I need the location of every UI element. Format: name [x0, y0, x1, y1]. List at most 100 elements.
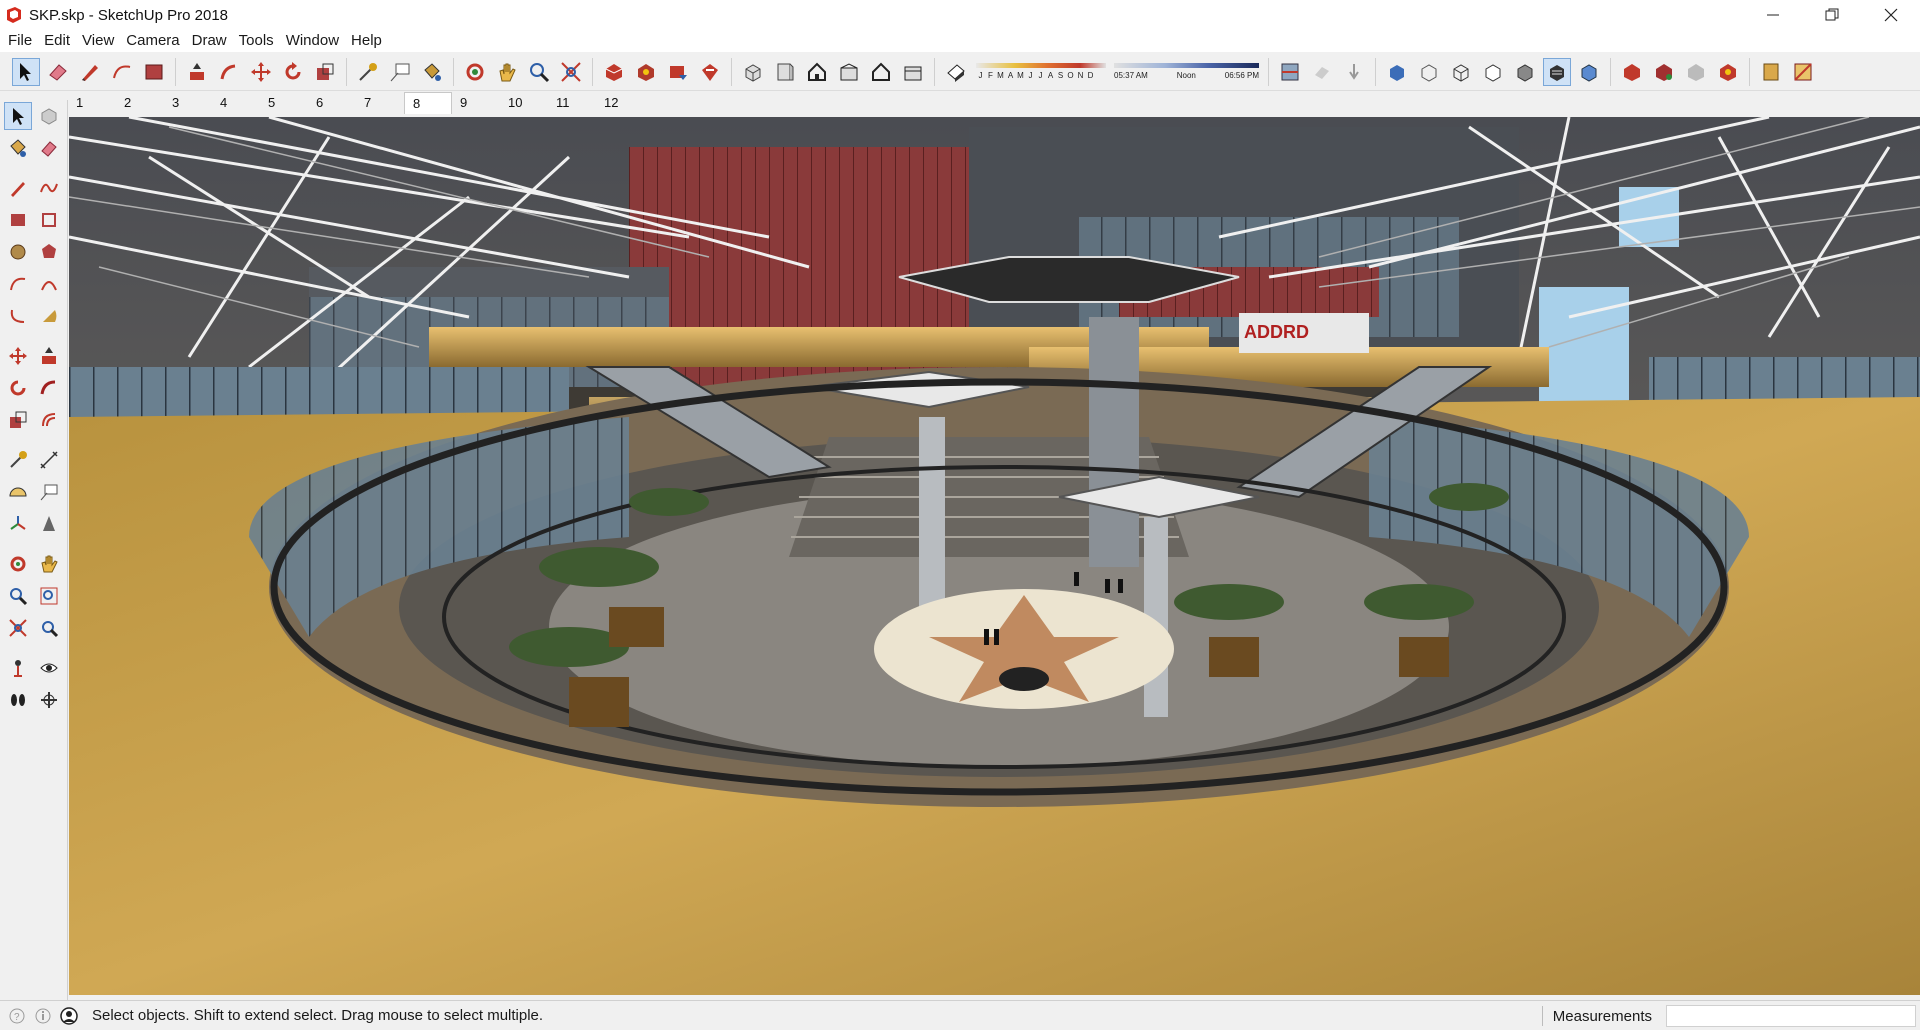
- warehouse-button[interactable]: [600, 58, 628, 86]
- view-right-button[interactable]: [835, 58, 863, 86]
- scene-tab-11[interactable]: 11: [548, 92, 596, 114]
- user-account-status[interactable]: [60, 1006, 78, 1025]
- palette-move-button[interactable]: [4, 342, 32, 370]
- tape-measure-button[interactable]: [354, 58, 382, 86]
- select-tool-button[interactable]: [12, 57, 40, 86]
- text-tool-button[interactable]: [386, 58, 414, 86]
- palette-arc-button[interactable]: [4, 270, 32, 298]
- view-back-button[interactable]: [867, 58, 895, 86]
- make-component-button[interactable]: [1618, 58, 1646, 86]
- palette-circle-button[interactable]: [4, 238, 32, 266]
- menu-help[interactable]: Help: [345, 30, 388, 52]
- palette-protractor-button[interactable]: [4, 478, 32, 506]
- scene-tab-6[interactable]: 6: [308, 92, 356, 114]
- time-slider-track[interactable]: [1114, 63, 1259, 68]
- move-tool-button[interactable]: [247, 58, 275, 86]
- palette-line-button[interactable]: [4, 174, 32, 202]
- scene-tab-8[interactable]: 8: [404, 92, 452, 114]
- palette-select-button[interactable]: [4, 102, 32, 130]
- style-builder-button[interactable]: [1789, 58, 1817, 86]
- palette-polygon-button[interactable]: [35, 238, 63, 266]
- palette-rotate-button[interactable]: [4, 374, 32, 402]
- palette-text-button[interactable]: [35, 478, 63, 506]
- scene-tab-3[interactable]: 3: [164, 92, 212, 114]
- orbit-button[interactable]: [461, 58, 489, 86]
- scene-tab-9[interactable]: 9: [452, 92, 500, 114]
- minimize-button[interactable]: [1743, 0, 1802, 30]
- line-tool-button[interactable]: [76, 58, 104, 86]
- palette-two-point-arc-button[interactable]: [35, 270, 63, 298]
- paint-bucket-button[interactable]: [418, 58, 446, 86]
- wireframe-button[interactable]: [1447, 58, 1475, 86]
- shadow-date-slider[interactable]: J F M A M J J A S O N D: [976, 57, 1106, 87]
- palette-section-plane-button[interactable]: [35, 686, 63, 714]
- palette-tape-measure-button[interactable]: [4, 446, 32, 474]
- palette-follow-me-button[interactable]: [35, 374, 63, 402]
- display-section-planes-button[interactable]: [1308, 58, 1336, 86]
- menu-tools[interactable]: Tools: [233, 30, 280, 52]
- layout-button[interactable]: [1757, 58, 1785, 86]
- menu-view[interactable]: View: [76, 30, 120, 52]
- section-cuts-button[interactable]: [1340, 58, 1368, 86]
- view-iso-button[interactable]: [739, 58, 767, 86]
- palette-push-pull-button[interactable]: [35, 342, 63, 370]
- share-model-button[interactable]: [632, 58, 660, 86]
- model-viewport[interactable]: ADDRD: [69, 117, 1920, 995]
- palette-position-camera-button[interactable]: [4, 654, 32, 682]
- palette-pan-button[interactable]: [35, 550, 63, 578]
- palette-rotated-rectangle-button[interactable]: [35, 206, 63, 234]
- monochrome-button[interactable]: [1575, 58, 1603, 86]
- palette-axes-button[interactable]: [4, 510, 32, 538]
- palette-orbit-button[interactable]: [4, 550, 32, 578]
- back-edges-button[interactable]: [1415, 58, 1443, 86]
- palette-offset-button[interactable]: [35, 406, 63, 434]
- menu-window[interactable]: Window: [280, 30, 345, 52]
- palette-pie-button[interactable]: [35, 302, 63, 330]
- palette-zoom-window-button[interactable]: [35, 582, 63, 610]
- shadow-time-slider[interactable]: 05:37 AM Noon 06:56 PM: [1114, 57, 1259, 87]
- scene-tab-5[interactable]: 5: [260, 92, 308, 114]
- credits-status[interactable]: [34, 1007, 52, 1025]
- eraser-tool-button[interactable]: [44, 58, 72, 86]
- arc-tool-button[interactable]: [108, 58, 136, 86]
- scene-tab-4[interactable]: 4: [212, 92, 260, 114]
- date-slider-track[interactable]: [976, 63, 1106, 68]
- palette-dimension-button[interactable]: [35, 446, 63, 474]
- scene-tab-2[interactable]: 2: [116, 92, 164, 114]
- menu-file[interactable]: File: [2, 30, 38, 52]
- component-options-button[interactable]: [1650, 58, 1678, 86]
- view-front-button[interactable]: [803, 58, 831, 86]
- extension-warehouse-button[interactable]: [696, 58, 724, 86]
- xray-style-button[interactable]: [1383, 58, 1411, 86]
- palette-make-component-button[interactable]: [35, 102, 63, 130]
- palette-scale-button[interactable]: [4, 406, 32, 434]
- push-pull-tool-button[interactable]: [183, 58, 211, 86]
- palette-freehand-button[interactable]: [35, 174, 63, 202]
- scene-tab-7[interactable]: 7: [356, 92, 404, 114]
- component-attributes-button[interactable]: [1682, 58, 1710, 86]
- palette-eraser-button[interactable]: [35, 134, 63, 162]
- pan-button[interactable]: [493, 58, 521, 86]
- restore-button[interactable]: [1802, 0, 1861, 30]
- scene-tab-1[interactable]: 1: [68, 92, 116, 114]
- palette-walk-button[interactable]: [4, 686, 32, 714]
- follow-me-tool-button[interactable]: [215, 58, 243, 86]
- section-plane-button[interactable]: [1276, 58, 1304, 86]
- view-top-button[interactable]: [771, 58, 799, 86]
- share-component-button[interactable]: [664, 58, 692, 86]
- geolocation-status[interactable]: ?: [8, 1007, 26, 1025]
- measurements-input[interactable]: [1666, 1005, 1916, 1027]
- palette-zoom-extents-button[interactable]: [4, 614, 32, 642]
- scene-tab-12[interactable]: 12: [596, 92, 644, 114]
- menu-camera[interactable]: Camera: [120, 30, 185, 52]
- palette-rectangle-button[interactable]: [4, 206, 32, 234]
- rectangle-tool-button[interactable]: [140, 58, 168, 86]
- dynamic-components-button[interactable]: [1714, 58, 1742, 86]
- shaded-button[interactable]: [1511, 58, 1539, 86]
- shadows-toggle-button[interactable]: [942, 58, 970, 86]
- scale-tool-button[interactable]: [311, 58, 339, 86]
- palette-3d-text-button[interactable]: [35, 510, 63, 538]
- palette-look-around-button[interactable]: [35, 654, 63, 682]
- menu-edit[interactable]: Edit: [38, 30, 76, 52]
- zoom-extents-button[interactable]: [557, 58, 585, 86]
